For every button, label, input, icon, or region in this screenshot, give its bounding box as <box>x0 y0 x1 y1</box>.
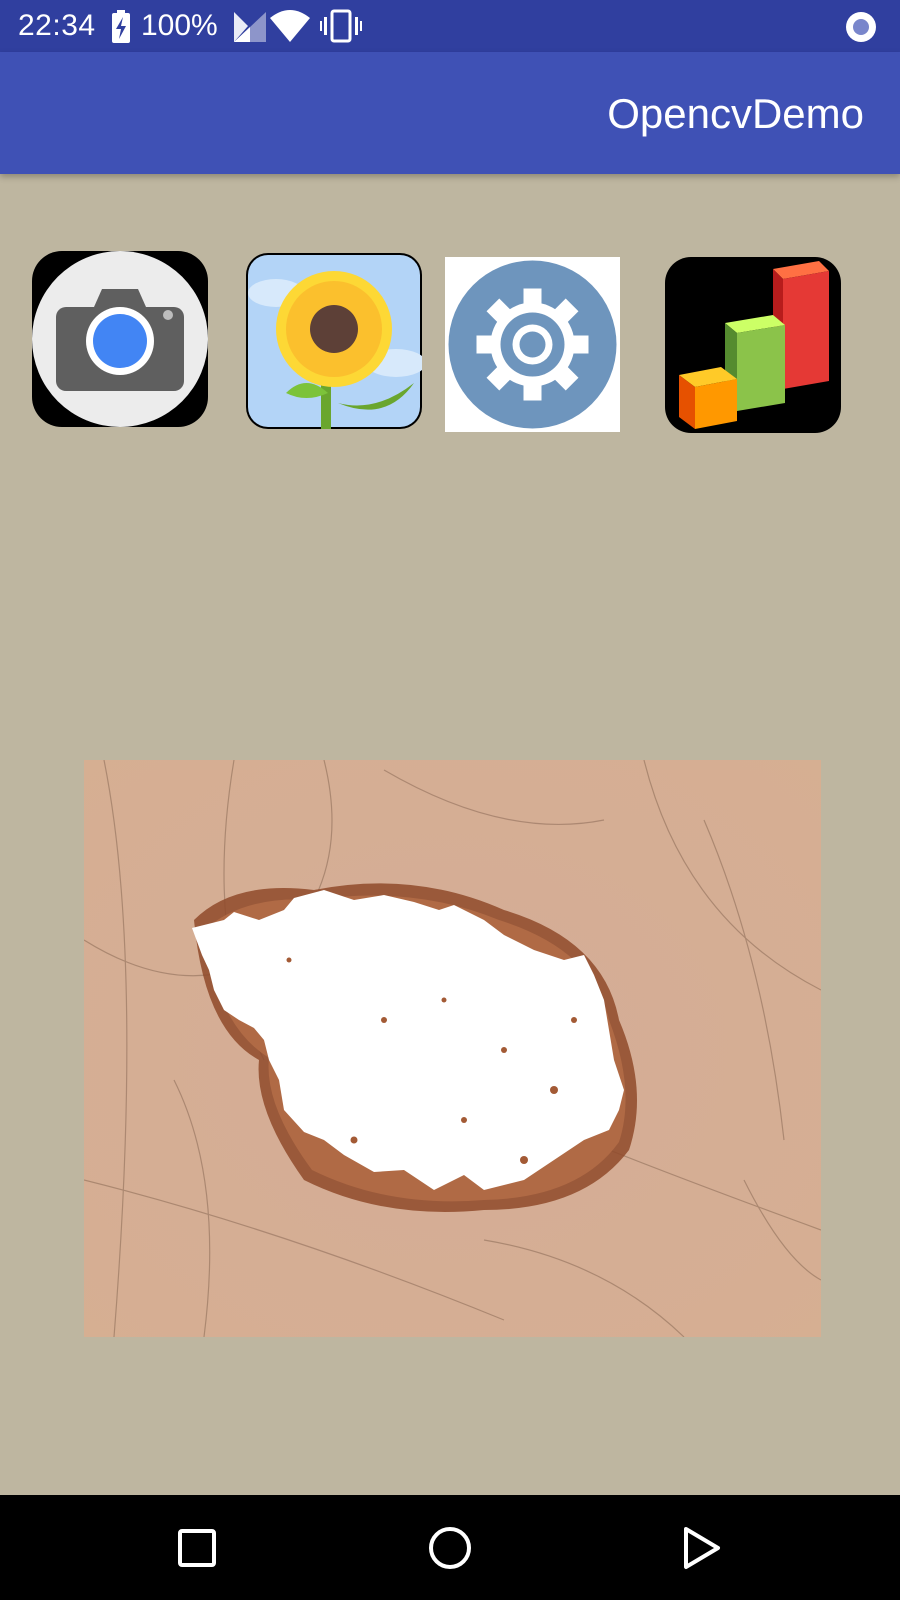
vibrate-icon <box>320 9 362 48</box>
app-title: OpencvDemo <box>607 90 864 137</box>
navigation-bar <box>0 1495 900 1600</box>
recents-icon <box>178 1528 216 1567</box>
screen-record-icon <box>845 11 877 48</box>
status-time: 22:34 <box>18 9 96 42</box>
recents-button[interactable] <box>137 1495 257 1600</box>
wifi-icon <box>270 10 310 47</box>
camera-button[interactable] <box>32 251 208 427</box>
back-icon <box>684 1526 720 1569</box>
battery-charging-icon <box>110 10 132 49</box>
back-button[interactable] <box>642 1495 762 1600</box>
status-bar: 22:34 100% <box>0 0 900 52</box>
battery-percent: 100% <box>141 9 218 42</box>
chart-icon <box>665 257 841 433</box>
home-icon <box>429 1526 471 1569</box>
settings-gear-icon <box>445 257 620 432</box>
gallery-button[interactable] <box>246 253 422 429</box>
segmented-lesion-image <box>84 760 821 1337</box>
screen: 22:34 100% OpencvDemo <box>0 0 900 1600</box>
home-button[interactable] <box>390 1495 510 1600</box>
camera-icon <box>32 251 208 427</box>
app-bar: OpencvDemo <box>0 52 900 174</box>
gallery-sunflower-icon <box>246 253 422 429</box>
settings-button[interactable] <box>445 257 620 432</box>
segmented-skin-lesion-image <box>84 760 821 1337</box>
chart-button[interactable] <box>665 257 841 433</box>
signal-icon <box>234 12 266 47</box>
